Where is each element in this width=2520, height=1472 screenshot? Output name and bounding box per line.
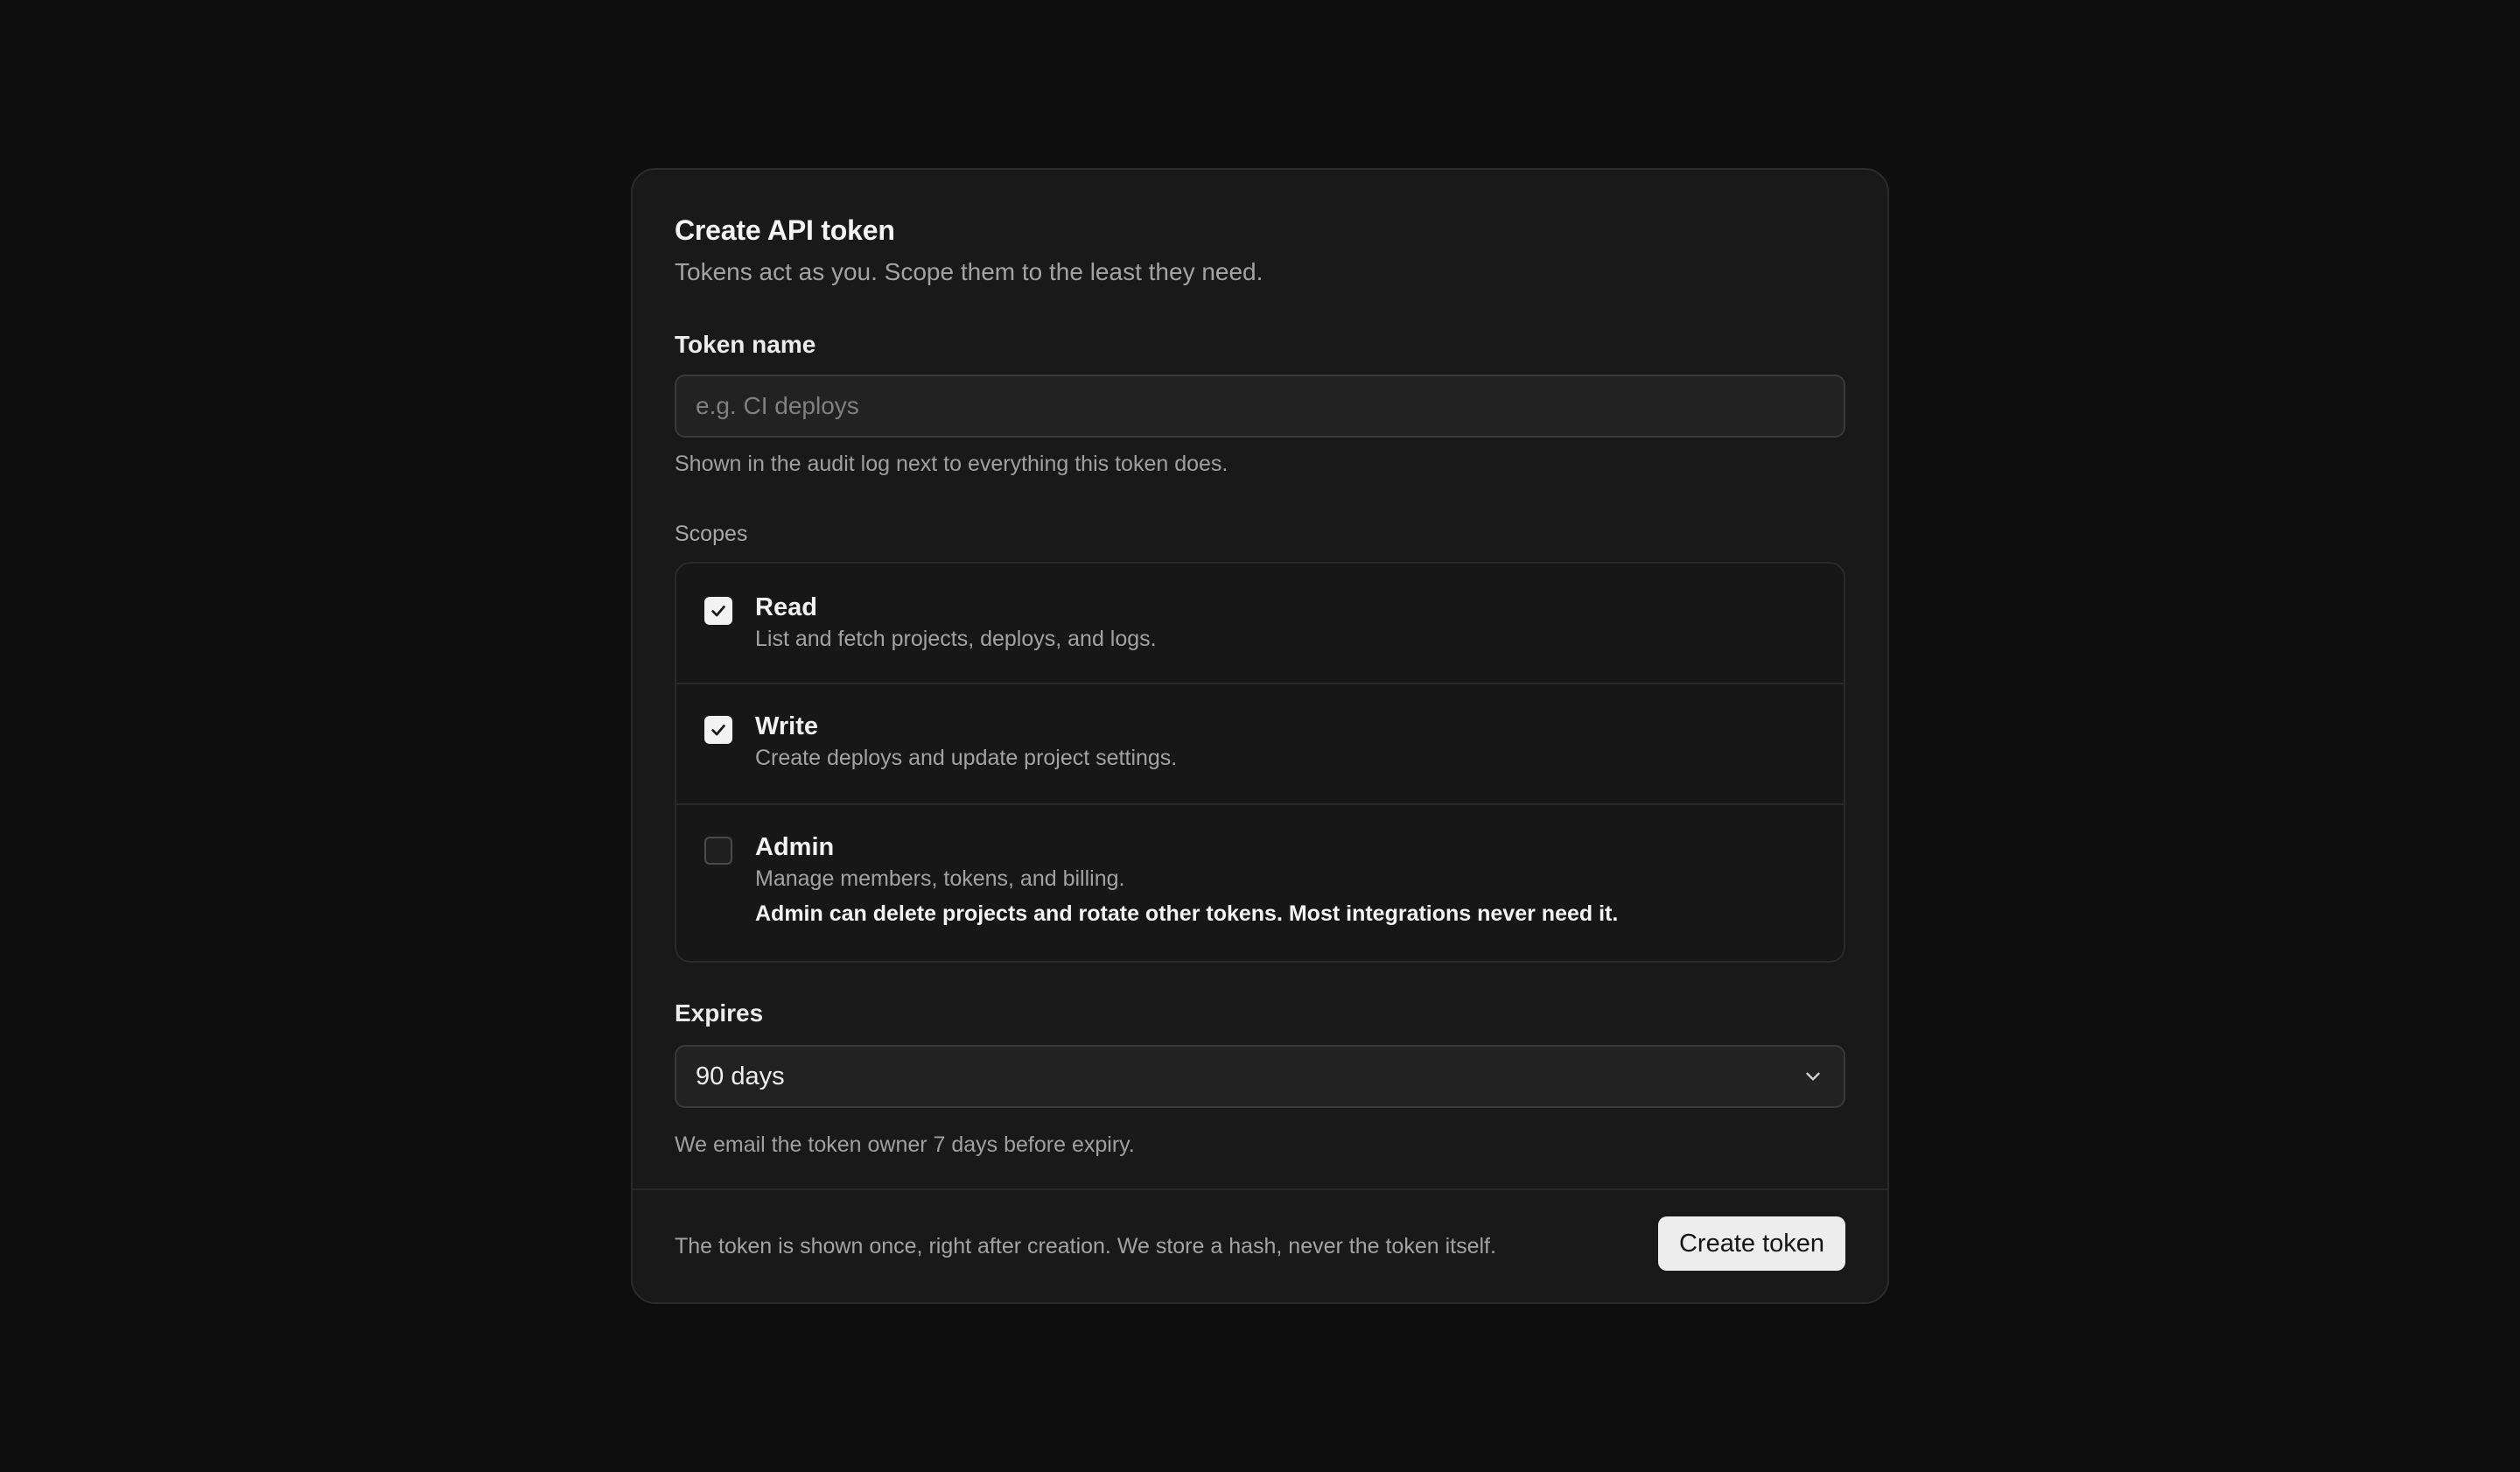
footer-note: The token is shown once, right after cre…: [675, 1234, 1496, 1258]
expires-selected-value: 90 days: [696, 1062, 785, 1090]
scope-name: Admin: [755, 833, 835, 861]
admin-scope-warning: Admin can delete projects and rotate oth…: [755, 901, 1619, 926]
token-name-label: Token name: [675, 331, 816, 358]
create-token-dialog: Create API token Tokens act as you. Scop…: [631, 168, 1889, 1304]
create-token-button[interactable]: Create token: [1658, 1216, 1845, 1271]
scope-description: Manage members, tokens, and billing.: [755, 866, 1125, 891]
scope-description: Create deploys and update project settin…: [755, 746, 1178, 770]
dialog-footer: The token is shown once, right after cre…: [633, 1188, 1887, 1302]
scope-item-read[interactable]: Read List and fetch projects, deploys, a…: [676, 564, 1844, 684]
scope-write-checkbox[interactable]: [704, 716, 732, 744]
chevron-down-icon: [1802, 1065, 1824, 1088]
scope-read-checkbox[interactable]: [704, 597, 732, 625]
scopes-label: Scopes: [675, 522, 748, 546]
scope-item-write[interactable]: Write Create deploys and update project …: [676, 684, 1844, 805]
scope-name: Read: [755, 593, 817, 621]
scope-admin-checkbox[interactable]: [704, 837, 732, 865]
scope-description: List and fetch projects, deploys, and lo…: [755, 627, 1157, 651]
scope-item-admin[interactable]: Admin Manage members, tokens, and billin…: [676, 805, 1844, 961]
expires-select[interactable]: 90 days: [675, 1045, 1845, 1108]
scopes-list: Read List and fetch projects, deploys, a…: [675, 562, 1845, 963]
expires-hint: We email the token owner 7 days before e…: [675, 1132, 1135, 1157]
scope-name: Write: [755, 712, 818, 740]
check-icon: [711, 606, 725, 617]
dialog-body: Create API token Tokens act as you. Scop…: [675, 170, 1845, 1188]
token-name-hint: Shown in the audit log next to everythin…: [675, 452, 1228, 476]
dialog-title: Create API token: [675, 214, 895, 246]
dialog-subtitle: Tokens act as you. Scope them to the lea…: [675, 258, 1264, 285]
token-name-input[interactable]: [675, 375, 1845, 438]
check-icon: [711, 725, 725, 736]
expires-label: Expires: [675, 999, 764, 1027]
